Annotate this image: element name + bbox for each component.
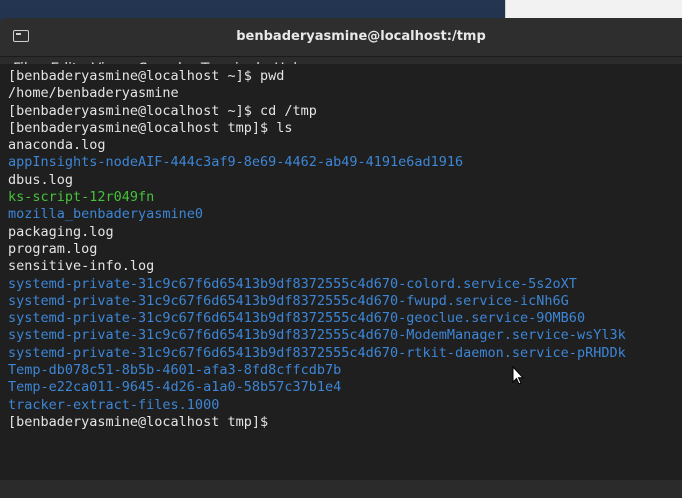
file-entry: dbus.log [8, 171, 74, 188]
file-entry: sensitive-info.log [8, 258, 155, 275]
terminal-prompt-line: [benbaderyasmine@localhost tmp]$ ls [8, 119, 293, 136]
file-entry: anaconda.log [8, 137, 106, 154]
file-entry: packaging.log [8, 223, 114, 240]
terminal-output[interactable]: [benbaderyasmine@localhost ~]$ pwd/home/… [0, 64, 682, 480]
directory-entry: appInsights-nodeAIF-444c3af9-8e69-4462-a… [8, 154, 464, 171]
directory-entry: systemd-private-31c9c67f6d65413b9df83725… [8, 327, 626, 344]
mouse-pointer-icon [512, 365, 525, 385]
terminal-prompt-line: [benbaderyasmine@localhost tmp]$ [8, 413, 277, 430]
directory-entry: tracker-extract-files.1000 [8, 396, 220, 413]
file-entry: program.log [8, 240, 98, 257]
terminal-prompt-line: [benbaderyasmine@localhost ~]$ cd /tmp [8, 102, 317, 119]
directory-entry: Temp-e22ca011-9645-4d26-a1a0-58b57c37b1e… [8, 379, 342, 396]
directory-entry: systemd-private-31c9c67f6d65413b9df83725… [8, 292, 569, 309]
terminal-output-line: /home/benbaderyasmine [8, 85, 179, 102]
terminal-prompt-line: [benbaderyasmine@localhost ~]$ pwd [8, 68, 285, 84]
executable-entry: ks-script-12r049fn [8, 189, 155, 206]
directory-entry: Temp-db078c51-8b5b-4601-afa3-8fd8cffcdb7… [8, 362, 342, 379]
directory-entry: mozilla_benbaderyasmine0 [8, 206, 204, 223]
window-titlebar[interactable]: benbaderyasmine@localhost:/tmp [0, 18, 682, 57]
directory-entry: systemd-private-31c9c67f6d65413b9df83725… [8, 344, 626, 361]
directory-entry: systemd-private-31c9c67f6d65413b9df83725… [8, 275, 577, 292]
window-title: benbaderyasmine@localhost:/tmp [236, 29, 486, 44]
directory-entry: systemd-private-31c9c67f6d65413b9df83725… [8, 310, 586, 327]
